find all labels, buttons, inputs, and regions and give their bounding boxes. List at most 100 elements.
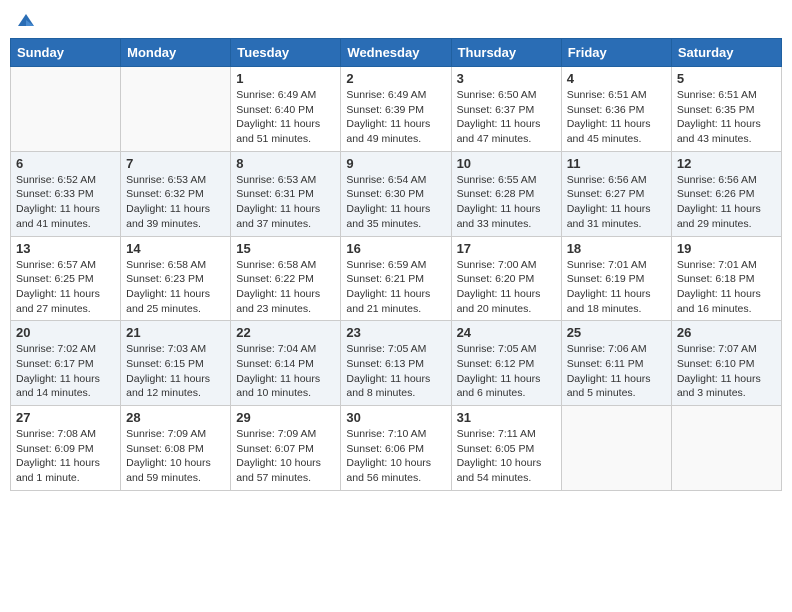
- day-info: Sunrise: 6:54 AM Sunset: 6:30 PM Dayligh…: [346, 173, 445, 232]
- calendar-cell: [11, 67, 121, 152]
- calendar-cell: 1Sunrise: 6:49 AM Sunset: 6:40 PM Daylig…: [231, 67, 341, 152]
- day-number: 27: [16, 410, 115, 425]
- day-info: Sunrise: 6:55 AM Sunset: 6:28 PM Dayligh…: [457, 173, 556, 232]
- calendar-cell: 12 Sunrise: 6:56 AM Sunset: 6:26 PM Dayli…: [671, 151, 781, 236]
- day-info: Sunrise: 7:08 AM Sunset: 6:09 PM Dayligh…: [16, 427, 115, 486]
- day-number: 9: [346, 156, 445, 171]
- day-number: 4: [567, 71, 666, 86]
- day-number: 22: [236, 325, 335, 340]
- calendar-header-thursday: Thursday: [451, 39, 561, 67]
- calendar-cell: 6Sunrise: 6:52 AM Sunset: 6:33 PM Daylig…: [11, 151, 121, 236]
- calendar-cell: 2Sunrise: 6:49 AM Sunset: 6:39 PM Daylig…: [341, 67, 451, 152]
- day-info: Sunrise: 7:02 AM Sunset: 6:17 PM Dayligh…: [16, 342, 115, 401]
- day-number: 5: [677, 71, 776, 86]
- calendar-cell: 23 Sunrise: 7:05 AM Sunset: 6:13 PM Dayli…: [341, 321, 451, 406]
- calendar-cell: 7 Sunrise: 6:53 AM Sunset: 6:32 PM Daylig…: [121, 151, 231, 236]
- calendar-cell: 21 Sunrise: 7:03 AM Sunset: 6:15 PM Dayli…: [121, 321, 231, 406]
- day-number: 31: [457, 410, 556, 425]
- calendar-cell: 20 Sunrise: 7:02 AM Sunset: 6:17 PM Dayli…: [11, 321, 121, 406]
- calendar-cell: 16Sunrise: 6:59 AM Sunset: 6:21 PM Dayli…: [341, 236, 451, 321]
- day-number: 16: [346, 241, 445, 256]
- day-number: 19: [677, 241, 776, 256]
- calendar-header-sunday: Sunday: [11, 39, 121, 67]
- calendar-header-saturday: Saturday: [671, 39, 781, 67]
- calendar-cell: 31 Sunrise: 7:11 AM Sunset: 6:05 PM Dayli…: [451, 406, 561, 491]
- day-info: Sunrise: 7:01 AM Sunset: 6:19 PM Dayligh…: [567, 258, 666, 317]
- day-number: 24: [457, 325, 556, 340]
- day-number: 30: [346, 410, 445, 425]
- day-info: Sunrise: 6:50 AM Sunset: 6:37 PM Dayligh…: [457, 88, 556, 147]
- day-number: 2: [346, 71, 445, 86]
- day-number: 14: [126, 241, 225, 256]
- day-number: 3: [457, 71, 556, 86]
- day-number: 8: [236, 156, 335, 171]
- day-info: Sunrise: 7:05 AM Sunset: 6:12 PM Dayligh…: [457, 342, 556, 401]
- calendar-cell: 28 Sunrise: 7:09 AM Sunset: 6:08 PM Dayli…: [121, 406, 231, 491]
- day-info: Sunrise: 7:01 AM Sunset: 6:18 PM Dayligh…: [677, 258, 776, 317]
- calendar-cell: [561, 406, 671, 491]
- calendar-cell: 9 Sunrise: 6:54 AM Sunset: 6:30 PM Daylig…: [341, 151, 451, 236]
- calendar-cell: 27 Sunrise: 7:08 AM Sunset: 6:09 PM Dayli…: [11, 406, 121, 491]
- day-number: 26: [677, 325, 776, 340]
- calendar-cell: 30 Sunrise: 7:10 AM Sunset: 6:06 PM Dayli…: [341, 406, 451, 491]
- calendar-cell: [671, 406, 781, 491]
- calendar-week-1: 1Sunrise: 6:49 AM Sunset: 6:40 PM Daylig…: [11, 67, 782, 152]
- calendar-cell: 8 Sunrise: 6:53 AM Sunset: 6:31 PM Daylig…: [231, 151, 341, 236]
- calendar-week-4: 20 Sunrise: 7:02 AM Sunset: 6:17 PM Dayli…: [11, 321, 782, 406]
- day-info: Sunrise: 6:49 AM Sunset: 6:40 PM Dayligh…: [236, 88, 335, 147]
- calendar-cell: 15 Sunrise: 6:58 AM Sunset: 6:22 PM Dayli…: [231, 236, 341, 321]
- calendar-cell: 11Sunrise: 6:56 AM Sunset: 6:27 PM Dayli…: [561, 151, 671, 236]
- day-info: Sunrise: 6:57 AM Sunset: 6:25 PM Dayligh…: [16, 258, 115, 317]
- calendar-cell: [121, 67, 231, 152]
- calendar-cell: 19 Sunrise: 7:01 AM Sunset: 6:18 PM Dayli…: [671, 236, 781, 321]
- calendar-header-wednesday: Wednesday: [341, 39, 451, 67]
- day-info: Sunrise: 6:53 AM Sunset: 6:32 PM Dayligh…: [126, 173, 225, 232]
- day-info: Sunrise: 7:10 AM Sunset: 6:06 PM Dayligh…: [346, 427, 445, 486]
- day-info: Sunrise: 7:07 AM Sunset: 6:10 PM Dayligh…: [677, 342, 776, 401]
- day-info: Sunrise: 7:00 AM Sunset: 6:20 PM Dayligh…: [457, 258, 556, 317]
- calendar-cell: 3 Sunrise: 6:50 AM Sunset: 6:37 PM Daylig…: [451, 67, 561, 152]
- day-info: Sunrise: 7:05 AM Sunset: 6:13 PM Dayligh…: [346, 342, 445, 401]
- day-info: Sunrise: 7:03 AM Sunset: 6:15 PM Dayligh…: [126, 342, 225, 401]
- day-number: 6: [16, 156, 115, 171]
- day-info: Sunrise: 7:04 AM Sunset: 6:14 PM Dayligh…: [236, 342, 335, 401]
- day-number: 28: [126, 410, 225, 425]
- calendar-cell: 26 Sunrise: 7:07 AM Sunset: 6:10 PM Dayli…: [671, 321, 781, 406]
- day-number: 18: [567, 241, 666, 256]
- page-header: [10, 10, 782, 30]
- calendar-cell: 18 Sunrise: 7:01 AM Sunset: 6:19 PM Dayli…: [561, 236, 671, 321]
- day-number: 21: [126, 325, 225, 340]
- calendar-cell: 4Sunrise: 6:51 AM Sunset: 6:36 PM Daylig…: [561, 67, 671, 152]
- calendar-cell: 17Sunrise: 7:00 AM Sunset: 6:20 PM Dayli…: [451, 236, 561, 321]
- calendar-week-3: 13 Sunrise: 6:57 AM Sunset: 6:25 PM Dayli…: [11, 236, 782, 321]
- day-number: 12: [677, 156, 776, 171]
- day-info: Sunrise: 7:11 AM Sunset: 6:05 PM Dayligh…: [457, 427, 556, 486]
- calendar-header-row: SundayMondayTuesdayWednesdayThursdayFrid…: [11, 39, 782, 67]
- calendar-header-tuesday: Tuesday: [231, 39, 341, 67]
- day-number: 23: [346, 325, 445, 340]
- day-info: Sunrise: 6:56 AM Sunset: 6:26 PM Dayligh…: [677, 173, 776, 232]
- day-info: Sunrise: 6:56 AM Sunset: 6:27 PM Dayligh…: [567, 173, 666, 232]
- day-info: Sunrise: 7:09 AM Sunset: 6:08 PM Dayligh…: [126, 427, 225, 486]
- logo: [14, 10, 36, 30]
- day-info: Sunrise: 7:09 AM Sunset: 6:07 PM Dayligh…: [236, 427, 335, 486]
- day-info: Sunrise: 6:51 AM Sunset: 6:35 PM Dayligh…: [677, 88, 776, 147]
- day-number: 7: [126, 156, 225, 171]
- day-number: 20: [16, 325, 115, 340]
- calendar-cell: 24 Sunrise: 7:05 AM Sunset: 6:12 PM Dayli…: [451, 321, 561, 406]
- day-number: 15: [236, 241, 335, 256]
- logo-icon: [16, 10, 36, 30]
- day-number: 13: [16, 241, 115, 256]
- calendar-cell: 22 Sunrise: 7:04 AM Sunset: 6:14 PM Dayli…: [231, 321, 341, 406]
- calendar-cell: 10Sunrise: 6:55 AM Sunset: 6:28 PM Dayli…: [451, 151, 561, 236]
- day-number: 25: [567, 325, 666, 340]
- calendar-cell: 14 Sunrise: 6:58 AM Sunset: 6:23 PM Dayli…: [121, 236, 231, 321]
- calendar-week-5: 27 Sunrise: 7:08 AM Sunset: 6:09 PM Dayli…: [11, 406, 782, 491]
- calendar-cell: 29Sunrise: 7:09 AM Sunset: 6:07 PM Dayli…: [231, 406, 341, 491]
- day-info: Sunrise: 6:53 AM Sunset: 6:31 PM Dayligh…: [236, 173, 335, 232]
- calendar-header-monday: Monday: [121, 39, 231, 67]
- calendar-week-2: 6Sunrise: 6:52 AM Sunset: 6:33 PM Daylig…: [11, 151, 782, 236]
- day-info: Sunrise: 7:06 AM Sunset: 6:11 PM Dayligh…: [567, 342, 666, 401]
- day-info: Sunrise: 6:58 AM Sunset: 6:22 PM Dayligh…: [236, 258, 335, 317]
- day-info: Sunrise: 6:58 AM Sunset: 6:23 PM Dayligh…: [126, 258, 225, 317]
